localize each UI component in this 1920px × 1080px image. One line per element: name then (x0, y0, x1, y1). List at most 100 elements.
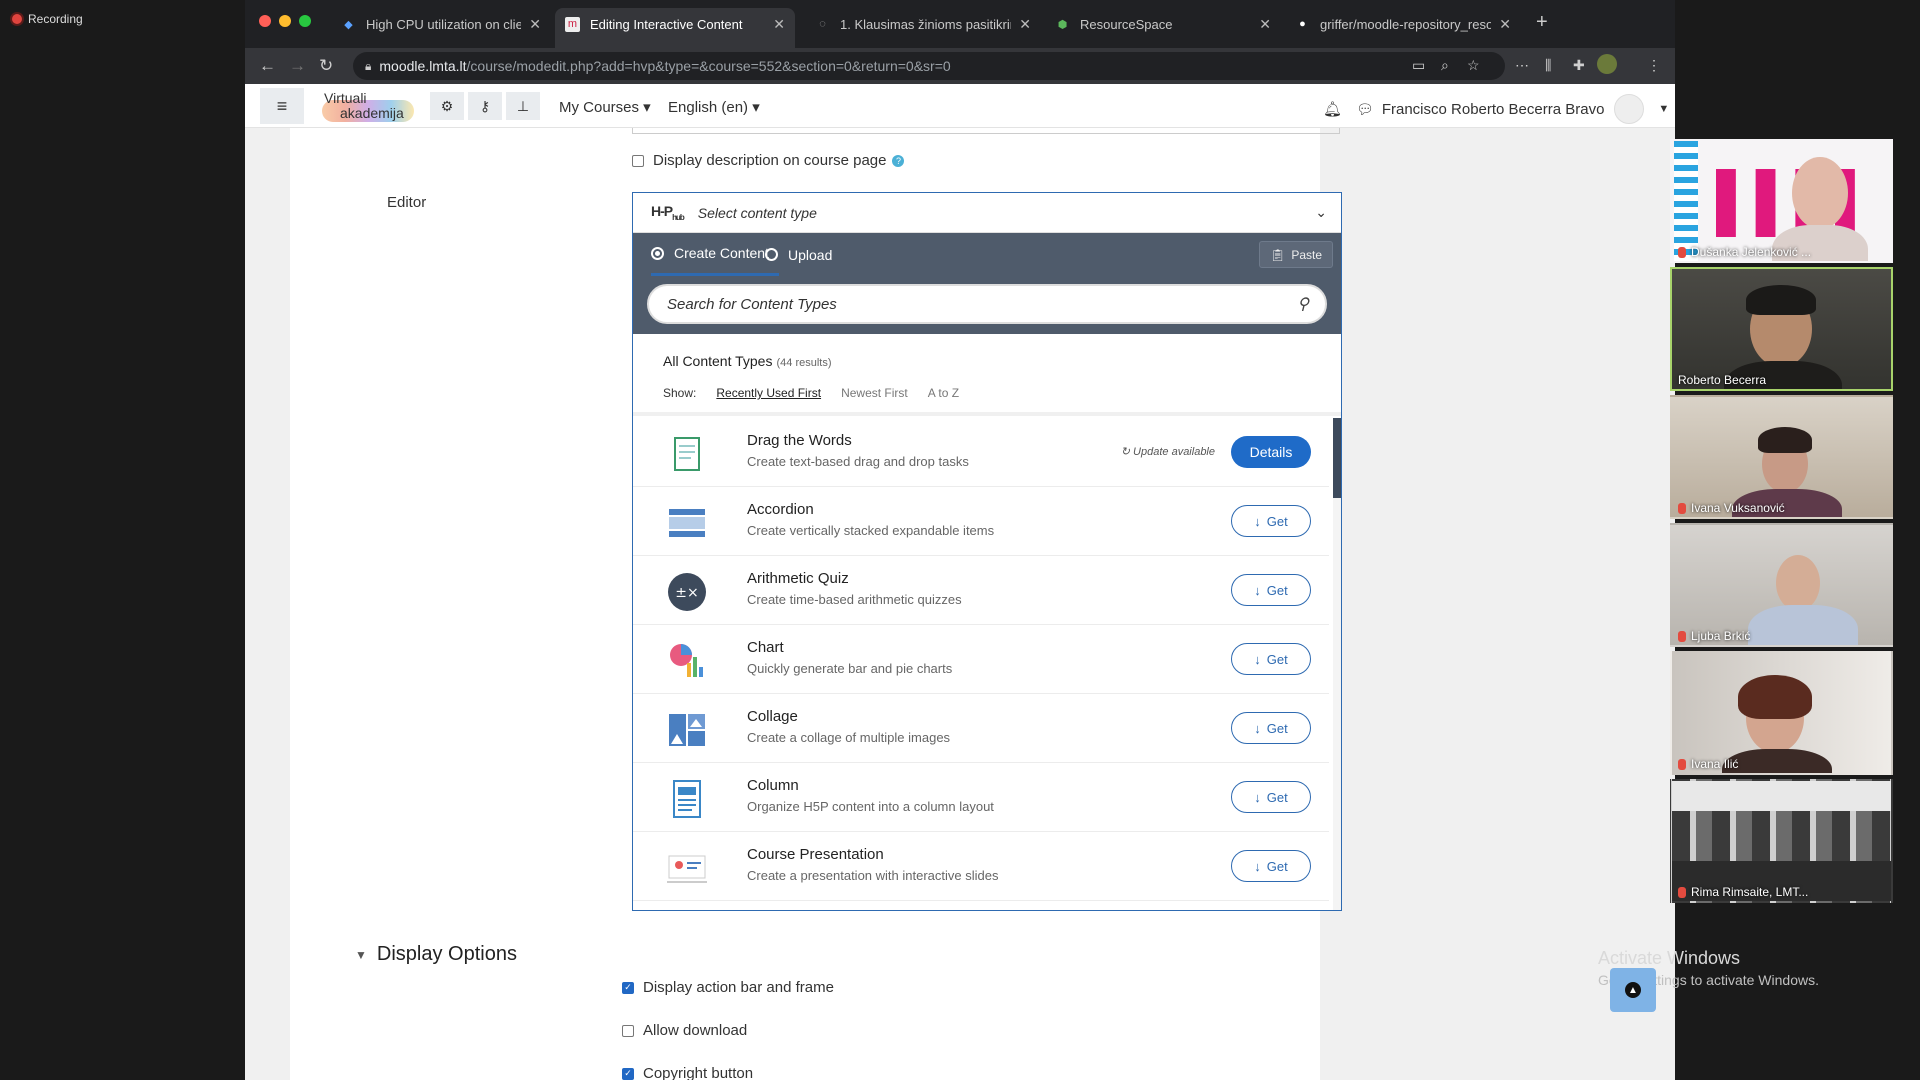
close-tab-icon[interactable]: ✕ (1499, 16, 1511, 33)
get-button[interactable]: ↓ Get (1231, 781, 1311, 813)
list-item[interactable]: Collage Create a collage of multiple ima… (633, 694, 1329, 763)
menu-kebab-icon[interactable]: ⋮ (1647, 57, 1661, 74)
puzzle-icon[interactable]: ✚ (1573, 57, 1585, 74)
equalizer-icon[interactable]: ⫼ (1545, 57, 1551, 74)
cast-icon[interactable]: ▭ (1412, 57, 1425, 74)
search-icon[interactable]: ⚲ (1297, 294, 1309, 314)
list-item[interactable]: Drag the Words Create text-based drag an… (633, 418, 1329, 487)
checkbox-unchecked[interactable] (622, 1024, 634, 1037)
participant-tile[interactable]: Rima Rimsaite, LMT... (1670, 779, 1893, 903)
participant-video (1746, 285, 1816, 315)
display-description-checkbox[interactable]: Display description on course page ? (632, 152, 905, 169)
close-tab-icon[interactable]: ✕ (773, 16, 785, 33)
participant-video (1792, 157, 1848, 229)
site-logo[interactable]: Virtuali akademija (322, 88, 416, 124)
list-scrollbar[interactable] (1333, 418, 1341, 910)
close-window-button[interactable] (259, 15, 271, 27)
paste-button[interactable]: 📋︎ Paste (1259, 241, 1333, 268)
h5p-hub-header[interactable]: H-Phub Select content type ⌄ (633, 193, 1341, 233)
action-bar-checkbox[interactable]: ✓ Display action bar and frame (622, 979, 834, 996)
participant-tile[interactable]: Ivana Ilić (1670, 651, 1893, 775)
sort-a-to-z[interactable]: A to Z (928, 386, 959, 400)
user-name[interactable]: Francisco Roberto Becerra Bravo (1382, 101, 1605, 118)
get-button[interactable]: ↓ Get (1231, 643, 1311, 675)
key-button[interactable]: ⚷ (468, 92, 502, 120)
browser-tab-active[interactable]: m Editing Interactive Content ✕ (555, 8, 795, 48)
search-input[interactable]: Search for Content Types ⚲ (647, 284, 1327, 324)
caret-down-icon[interactable]: ▼ (1658, 103, 1669, 115)
hamburger-menu-button[interactable]: ≡ (260, 88, 304, 124)
tab-upload[interactable]: Upload (765, 233, 832, 276)
list-item[interactable]: Course Presentation Create a presentatio… (633, 832, 1329, 901)
list-item[interactable]: Column Organize H5P content into a colum… (633, 763, 1329, 832)
tab-title: griffer/moodle-repository_reso (1320, 16, 1492, 32)
browser-tab[interactable]: ⬢ ResourceSpace ✕ (1045, 8, 1281, 40)
clipboard-icon: 📋︎ (1270, 247, 1286, 262)
tab-create-content[interactable]: Create Content (651, 233, 779, 276)
close-tab-icon[interactable]: ✕ (1259, 16, 1271, 33)
scrollbar-thumb[interactable] (1333, 418, 1341, 498)
help-icon[interactable]: ? (892, 154, 905, 167)
bell-icon[interactable]: 🔔︎ (1323, 100, 1342, 118)
description-textarea-bottom[interactable] (632, 128, 1340, 134)
browser-tab[interactable]: ● griffer/moodle-repository_reso ✕ (1285, 8, 1521, 40)
get-button[interactable]: ↓ Get (1231, 850, 1311, 882)
checkbox-unchecked[interactable] (632, 154, 644, 167)
checkbox-checked[interactable]: ✓ (622, 1067, 634, 1080)
checkbox-label: Copyright button (643, 1065, 754, 1080)
search-placeholder: Search for Content Types (667, 295, 837, 313)
cogs-icon: ⚙ (440, 97, 454, 114)
maximize-window-button[interactable] (299, 15, 311, 27)
sort-newest-first[interactable]: Newest First (841, 386, 908, 400)
details-button[interactable]: Details (1231, 436, 1311, 468)
recording-indicator: Recording (12, 12, 83, 26)
download-arrow-icon: ↓ (1254, 858, 1261, 874)
my-courses-menu[interactable]: My Courses ▾ (559, 98, 651, 116)
chevron-down-icon[interactable]: ⌄ (1315, 204, 1327, 221)
arithmetic-icon: ±× (668, 573, 706, 611)
participant-tile-speaking[interactable]: Roberto Becerra (1670, 267, 1893, 391)
participant-tile[interactable]: Ljuba Brkić (1670, 523, 1893, 647)
browser-tab[interactable]: ◆ High CPU utilization on client u ✕ (331, 8, 551, 40)
forward-icon[interactable]: → (289, 56, 306, 76)
bookmark-star-icon[interactable]: ☆ (1467, 57, 1480, 74)
item-name: Arithmetic Quiz (747, 570, 849, 587)
allow-download-checkbox[interactable]: Allow download (622, 1022, 747, 1039)
settings-cogs-button[interactable]: ⚙ (430, 92, 464, 120)
participant-video (1748, 605, 1858, 645)
address-bar-row: ← → ↻ 🔒︎ moodle.lmta.lt/course/modedit.p… (245, 48, 1675, 84)
url-bar[interactable]: 🔒︎ moodle.lmta.lt/course/modedit.php?add… (353, 52, 1505, 80)
list-item[interactable]: Accordion Create vertically stacked expa… (633, 487, 1329, 556)
language-menu[interactable]: English (en) ▾ (668, 98, 760, 116)
list-item[interactable]: ±× Arithmetic Quiz Create time-based ari… (633, 556, 1329, 625)
sitemap-button[interactable]: ⊥ (506, 92, 540, 120)
participant-video (1738, 675, 1812, 719)
list-item[interactable]: Chart Quickly generate bar and pie chart… (633, 625, 1329, 694)
minimize-window-button[interactable] (279, 15, 291, 27)
sort-recently-used[interactable]: Recently Used First (716, 386, 821, 400)
get-button[interactable]: ↓ Get (1231, 505, 1311, 537)
accordion-icon (669, 509, 705, 537)
chat-icon[interactable]: 💬︎ (1356, 101, 1374, 118)
close-tab-icon[interactable]: ✕ (1019, 16, 1031, 33)
participant-tile[interactable]: Ivana Vuksanović (1670, 395, 1893, 519)
close-tab-icon[interactable]: ✕ (529, 16, 541, 33)
avatar[interactable] (1614, 94, 1645, 124)
checkbox-checked[interactable]: ✓ (622, 981, 634, 994)
back-icon[interactable]: ← (259, 56, 276, 76)
browser-tab[interactable]: ◌ 1. Klausimas žinioms pasitikrin ✕ (805, 8, 1041, 40)
zoom-icon[interactable]: ⌕ (1441, 57, 1449, 74)
copyright-checkbox[interactable]: ✓ Copyright button (622, 1065, 753, 1080)
participant-tile[interactable]: ▌▌▌▌ Dušanka Jelenković ... (1670, 139, 1893, 263)
get-button[interactable]: ↓ Get (1231, 712, 1311, 744)
scroll-to-top-button[interactable]: ▲ (1610, 968, 1656, 1012)
extension-icon[interactable]: ⋯ (1515, 57, 1529, 74)
get-button[interactable]: ↓ Get (1231, 574, 1311, 606)
display-options-section[interactable]: ▼ Display Options (355, 943, 517, 966)
profile-avatar-icon[interactable] (1597, 54, 1617, 74)
new-tab-button[interactable]: + (1536, 11, 1548, 34)
download-arrow-icon: ↓ (1254, 582, 1261, 598)
reload-icon[interactable]: ↻ (319, 56, 333, 76)
tab-title: High CPU utilization on client u (366, 16, 522, 32)
collapse-triangle-icon[interactable]: ▼ (355, 948, 367, 962)
